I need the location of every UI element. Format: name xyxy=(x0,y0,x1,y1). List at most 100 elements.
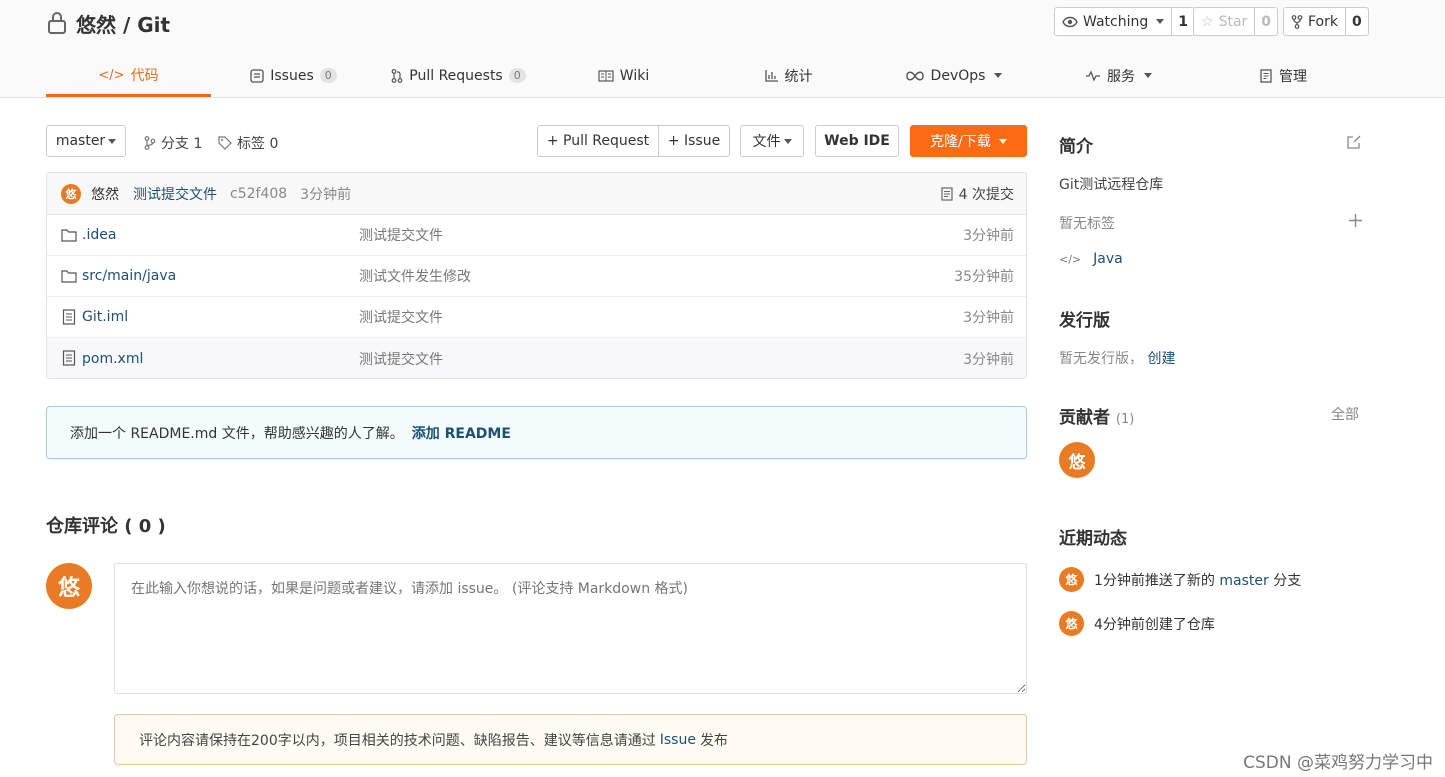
issue-link[interactable]: Issue xyxy=(660,732,696,748)
file-menu-button[interactable]: 文件 xyxy=(740,125,804,157)
intro-title: 简介 xyxy=(1059,137,1093,157)
fork-count[interactable]: 0 xyxy=(1344,8,1368,35)
tab-manage[interactable]: 管理 xyxy=(1201,56,1366,95)
readme-notice: 添加一个 README.md 文件，帮助感兴趣的人了解。 添加 README xyxy=(46,406,1027,459)
file-name-link[interactable]: Git.iml xyxy=(82,309,128,325)
pulse-icon xyxy=(1086,69,1100,82)
avatar: 悠 xyxy=(46,563,92,609)
settings-doc-icon xyxy=(1260,68,1272,83)
commit-hash[interactable]: c52f408 xyxy=(230,186,287,202)
new-issue-button[interactable]: + Issue xyxy=(659,126,729,156)
tab-stats[interactable]: 统计 xyxy=(706,56,871,95)
contributors-count: (1) xyxy=(1115,412,1135,427)
commit-message-link[interactable]: 测试提交文件 xyxy=(133,184,217,204)
no-tags-text: 暂无标签 xyxy=(1059,216,1115,232)
star-count[interactable]: 0 xyxy=(1254,8,1277,35)
comment-input[interactable] xyxy=(114,563,1027,694)
file-commit-message[interactable]: 测试提交文件 xyxy=(359,225,443,245)
file-name-link[interactable]: src/main/java xyxy=(82,268,176,284)
comment-rules-notice: 评论内容请保持在200字以内，项目相关的技术问题、缺陷报告、建议等信息请通过 I… xyxy=(114,714,1027,765)
edit-icon[interactable] xyxy=(1346,134,1362,150)
file-name-link[interactable]: .idea xyxy=(82,227,116,243)
fork-button-group[interactable]: Fork 0 xyxy=(1283,7,1369,36)
tags-link[interactable]: 标签 0 xyxy=(218,133,278,153)
file-commit-time: 3分钟前 xyxy=(963,310,1014,326)
plus-icon[interactable] xyxy=(1348,213,1363,228)
new-pull-request-button[interactable]: + Pull Request xyxy=(538,126,659,156)
activity-title: 近期动态 xyxy=(1059,529,1127,549)
watch-button-group[interactable]: Watching 1 xyxy=(1054,7,1195,36)
book-icon xyxy=(598,69,614,82)
issues-icon xyxy=(250,68,264,83)
tag-icon xyxy=(218,136,232,150)
clone-download-button[interactable]: 克隆/下载 xyxy=(910,125,1027,157)
branch-link[interactable]: master xyxy=(1219,573,1268,589)
chevron-down-icon xyxy=(108,138,117,144)
tab-devops[interactable]: DevOps xyxy=(871,56,1036,95)
avatar[interactable]: 悠 xyxy=(61,183,81,204)
commit-time: 3分钟前 xyxy=(300,186,352,203)
readme-notice-text: 添加一个 README.md 文件，帮助感兴趣的人了解。 xyxy=(70,425,404,442)
language-link[interactable]: Java xyxy=(1093,251,1123,267)
comments-title: 仓库评论 ( 0 ) xyxy=(46,516,166,537)
infinity-icon xyxy=(905,71,924,80)
activity-item: 悠 4分钟前创建了仓库 xyxy=(1059,611,1215,636)
add-readme-link[interactable]: 添加 README xyxy=(412,423,511,443)
file-table: 悠 悠然 测试提交文件 c52f408 3分钟前 4 次提交 .idea 测试提… xyxy=(46,172,1027,379)
watch-count[interactable]: 1 xyxy=(1171,8,1194,35)
create-release-link[interactable]: 创建 xyxy=(1147,351,1175,367)
repo-owner-name[interactable]: 悠然 / Git xyxy=(76,9,170,38)
code-icon: </> xyxy=(98,67,125,83)
file-commit-time: 3分钟前 xyxy=(963,228,1014,244)
tab-issues[interactable]: Issues 0 xyxy=(211,56,376,95)
lock-icon xyxy=(48,12,66,34)
repo-description: Git测试远程仓库 xyxy=(1059,177,1164,193)
latest-commit-row: 悠 悠然 测试提交文件 c52f408 3分钟前 4 次提交 xyxy=(47,173,1026,215)
file-commit-message[interactable]: 测试文件发生修改 xyxy=(359,266,471,286)
file-row[interactable]: pom.xml 测试提交文件 3分钟前 xyxy=(47,338,1026,378)
file-icon xyxy=(62,350,76,366)
contributors-all-link[interactable]: 全部 xyxy=(1331,404,1359,424)
fork-icon xyxy=(1291,14,1303,29)
language-item: </> Java xyxy=(1059,251,1123,267)
star-button[interactable]: ☆ Star xyxy=(1194,8,1254,35)
folder-icon xyxy=(61,229,77,242)
pull-requests-count-badge: 0 xyxy=(508,68,526,83)
commit-author[interactable]: 悠然 xyxy=(91,184,119,204)
eye-icon xyxy=(1062,16,1078,27)
repo-header: 悠然 / Git Watching 1 ☆ Star 0 Fork 0 </> … xyxy=(0,0,1445,98)
commit-count-link[interactable]: 4 次提交 xyxy=(941,184,1014,204)
file-commit-time: 3分钟前 xyxy=(963,351,1014,368)
star-button-group[interactable]: ☆ Star 0 xyxy=(1193,7,1279,36)
file-row[interactable]: .idea 测试提交文件 3分钟前 xyxy=(47,215,1026,256)
tab-pull-requests[interactable]: Pull Requests 0 xyxy=(376,56,541,95)
folder-icon xyxy=(61,270,77,283)
file-name-link[interactable]: pom.xml xyxy=(82,351,143,367)
activity-item: 悠 1分钟前推送了新的 master 分支 xyxy=(1059,567,1301,592)
issues-count-badge: 0 xyxy=(319,68,337,83)
branch-select[interactable]: master xyxy=(46,125,126,157)
file-icon xyxy=(62,309,76,325)
file-commit-time: 35分钟前 xyxy=(954,269,1014,285)
tab-code[interactable]: </> 代码 xyxy=(46,56,211,97)
avatar[interactable]: 悠 xyxy=(1059,567,1084,592)
fork-button[interactable]: Fork xyxy=(1284,8,1345,35)
avatar[interactable]: 悠 xyxy=(1059,611,1084,636)
pull-request-icon xyxy=(391,68,403,83)
file-commit-message[interactable]: 测试提交文件 xyxy=(359,307,443,327)
tab-services[interactable]: 服务 xyxy=(1036,56,1201,95)
contributor-avatar[interactable]: 悠 xyxy=(1059,442,1095,478)
file-row[interactable]: src/main/java 测试文件发生修改 35分钟前 xyxy=(47,256,1026,297)
web-ide-button[interactable]: Web IDE xyxy=(815,125,899,157)
repo-title[interactable]: 悠然 / Git xyxy=(46,8,170,38)
file-row[interactable]: Git.iml 测试提交文件 3分钟前 xyxy=(47,297,1026,338)
watch-button[interactable]: Watching xyxy=(1055,8,1171,35)
chevron-down-icon xyxy=(994,73,1003,78)
branches-link[interactable]: 分支 1 xyxy=(144,133,202,153)
code-icon: </> xyxy=(1059,252,1082,266)
chevron-down-icon xyxy=(998,138,1007,144)
tab-wiki[interactable]: Wiki xyxy=(541,56,706,95)
releases-text: 暂无发行版， 创建 xyxy=(1059,351,1176,367)
file-commit-message[interactable]: 测试提交文件 xyxy=(359,349,443,369)
watermark: CSDN @菜鸡努力学习中 xyxy=(1243,753,1433,773)
